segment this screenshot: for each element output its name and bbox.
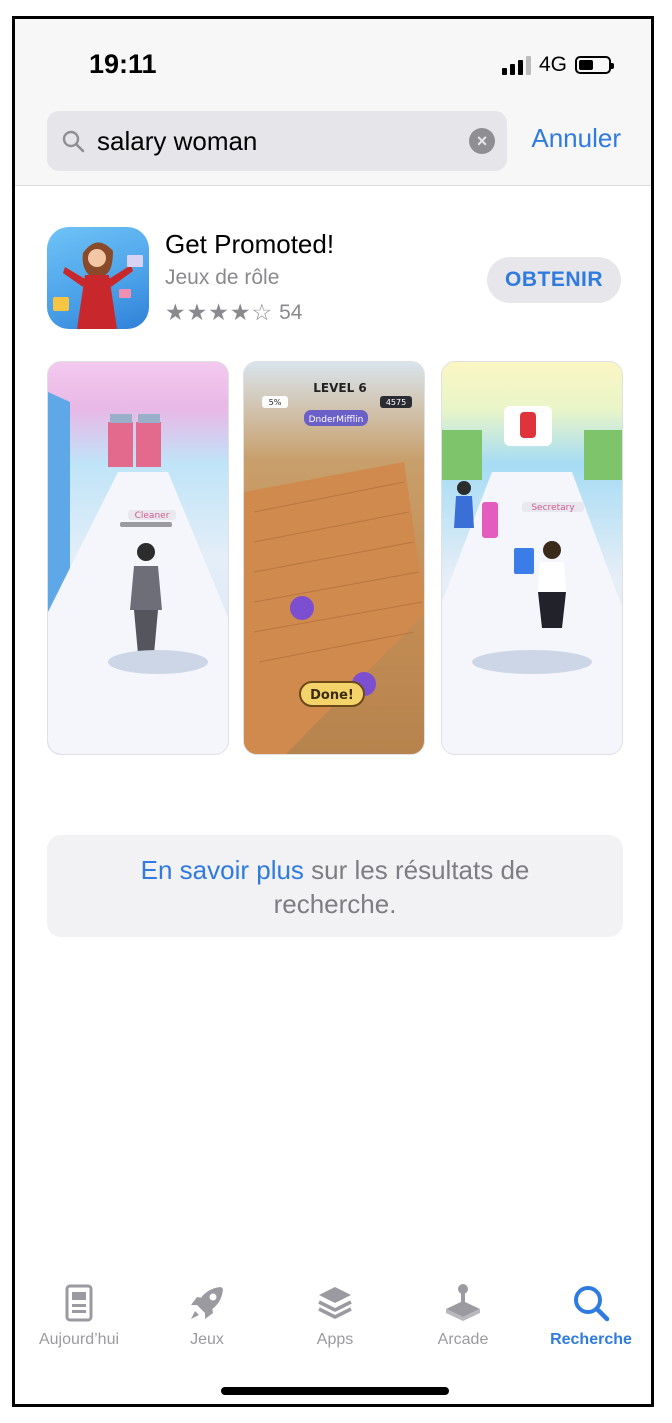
app-rating: ★★★★☆ 54 bbox=[165, 299, 302, 326]
shot2-percent-label: 5% bbox=[269, 398, 282, 407]
tab-label: Aujourd’hui bbox=[38, 1331, 120, 1348]
tab-apps[interactable]: Apps bbox=[275, 1283, 395, 1349]
shot2-level-label: LEVEL 6 bbox=[313, 381, 367, 395]
battery-level bbox=[579, 60, 593, 70]
search-header: 19:11 4G salary woman × Annuler bbox=[15, 19, 651, 186]
today-icon bbox=[65, 1284, 93, 1322]
rating-count: 54 bbox=[279, 300, 303, 324]
status-indicators: 4G bbox=[501, 53, 614, 77]
businesswoman-illustration bbox=[53, 242, 143, 329]
shot2-done-label: Done! bbox=[310, 688, 354, 703]
screenshot-2-artwork: DnderMifflin LEVEL 6 4575 5% Done! bbox=[244, 381, 424, 754]
search-info-card: En savoir plus sur les résultats de rech… bbox=[47, 835, 623, 937]
search-query: salary woman bbox=[97, 125, 258, 156]
home-indicator[interactable] bbox=[221, 1387, 449, 1395]
shot3-role-label: Secretary bbox=[531, 503, 575, 513]
clear-search-icon[interactable]: × bbox=[469, 128, 495, 154]
rocket-icon bbox=[191, 1287, 223, 1319]
joystick-icon bbox=[446, 1284, 480, 1321]
shot1-role-label: Cleaner bbox=[135, 511, 170, 521]
tab-search[interactable]: Recherche bbox=[531, 1283, 651, 1349]
shot2-company-label: DnderMifflin bbox=[309, 415, 364, 425]
tab-label: Jeux bbox=[190, 1331, 224, 1348]
tab-label: Recherche bbox=[550, 1331, 632, 1348]
screenshot-1-artwork: Cleaner bbox=[48, 392, 228, 754]
tab-label: Arcade bbox=[437, 1331, 489, 1348]
app-category: Jeux de rôle bbox=[165, 266, 280, 289]
search-icon bbox=[62, 130, 85, 153]
tab-label: Apps bbox=[316, 1331, 354, 1348]
app-title[interactable]: Get Promoted! bbox=[165, 229, 334, 260]
cancel-button[interactable]: Annuler bbox=[531, 123, 621, 154]
learn-more-link[interactable]: En savoir plus bbox=[141, 855, 304, 885]
phone-screen: 19:11 4G salary woman × Annuler Get Prom… bbox=[12, 16, 654, 1407]
tab-arcade[interactable]: Arcade bbox=[403, 1283, 523, 1349]
tab-bar: Aujourd’hui Jeux Apps Arcade Recherche bbox=[15, 1269, 651, 1369]
app-screenshot-2[interactable]: DnderMifflin LEVEL 6 4575 5% Done! bbox=[243, 361, 425, 755]
app-screenshot-1[interactable]: Cleaner bbox=[47, 361, 229, 755]
get-button[interactable]: OBTENIR bbox=[487, 257, 621, 303]
apps-stack-icon bbox=[318, 1287, 352, 1319]
rating-stars: ★★★★☆ bbox=[165, 299, 274, 325]
app-screenshot-3[interactable]: Secretary bbox=[441, 361, 623, 755]
network-type: 4G bbox=[538, 53, 567, 76]
tab-today[interactable]: Aujourd’hui bbox=[19, 1283, 139, 1349]
tab-games[interactable]: Jeux bbox=[147, 1283, 267, 1349]
signal-icon bbox=[501, 55, 531, 75]
info-text-line2: recherche. bbox=[273, 889, 397, 919]
search-input[interactable]: salary woman × bbox=[47, 111, 507, 171]
shot2-money-label: 4575 bbox=[386, 398, 406, 407]
search-icon bbox=[574, 1286, 610, 1322]
status-time: 19:11 bbox=[89, 49, 157, 79]
app-icon[interactable] bbox=[47, 227, 149, 329]
info-text-line1: sur les résultats de bbox=[303, 855, 530, 885]
battery-icon bbox=[575, 56, 614, 74]
screenshot-3-artwork: Secretary bbox=[442, 406, 622, 754]
